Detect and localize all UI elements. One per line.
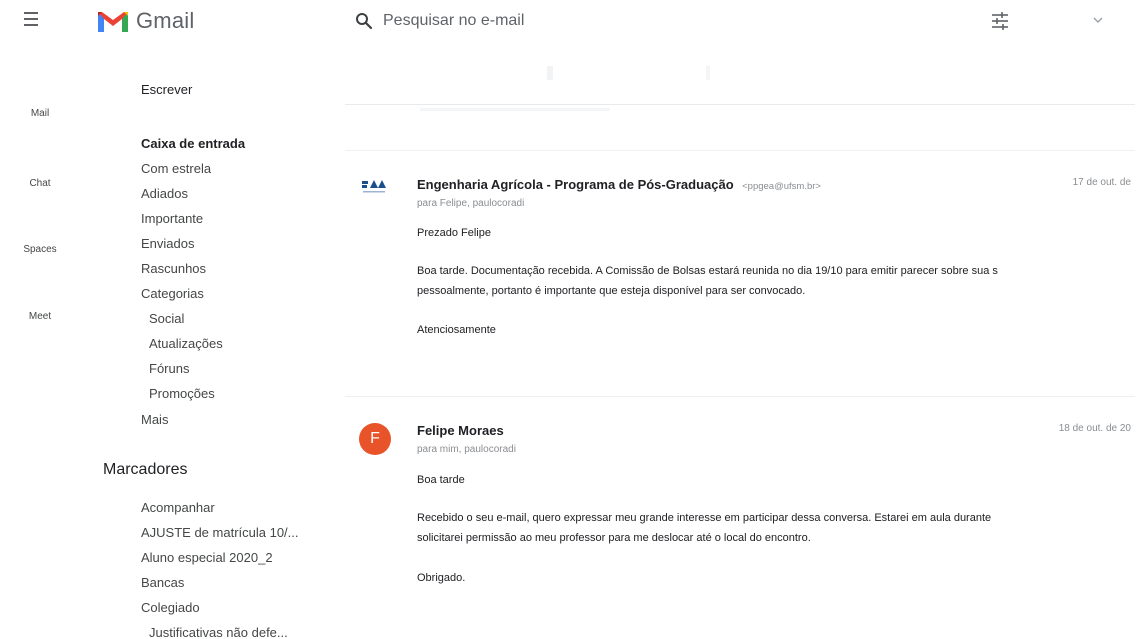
search-options-icon[interactable] [989, 10, 1011, 32]
subject-ghost [420, 108, 610, 111]
message-closing: Atenciosamente [417, 324, 496, 336]
nav-item-starred[interactable]: Com estrela [141, 161, 211, 176]
nav-item-forums[interactable]: Fóruns [149, 361, 189, 376]
sender-name[interactable]: Engenharia Agrícola - Programa de Pós-Gr… [417, 177, 734, 192]
search-bar [355, 8, 1130, 34]
ufsm-logo-icon [362, 180, 386, 193]
gmail-m-icon [98, 12, 128, 32]
nav-item-updates[interactable]: Atualizações [149, 336, 223, 351]
toolbar-ghost [706, 66, 710, 80]
label-item[interactable]: Aluno especial 2020_2 [141, 550, 273, 565]
message-divider [345, 396, 1135, 397]
nav-item-important[interactable]: Importante [141, 211, 203, 226]
chevron-down-icon[interactable] [1091, 14, 1105, 26]
compose-button[interactable]: Escrever [141, 82, 192, 97]
nav-item-more[interactable]: Mais [141, 412, 168, 427]
nav-item-social[interactable]: Social [149, 311, 184, 326]
label-item[interactable]: Colegiado [141, 600, 200, 615]
rail-item-mail[interactable]: Mail [0, 108, 80, 119]
label-item[interactable]: Acompanhar [141, 500, 215, 515]
divider [345, 150, 1135, 151]
message-body-line: Recebido o seu e-mail, quero expressar m… [417, 512, 992, 524]
label-item[interactable]: AJUSTE de matrícula 10/... [141, 525, 299, 540]
message-closing: Obrigado. [417, 572, 466, 584]
label-item[interactable]: Bancas [141, 575, 184, 590]
top-bar: Gmail [0, 0, 1143, 44]
app-name: Gmail [136, 8, 195, 33]
message-greeting: Boa tarde [417, 474, 465, 486]
message-greeting: Prezado Felipe [417, 227, 491, 239]
rail-item-chat[interactable]: Chat [0, 178, 80, 189]
nav-item-drafts[interactable]: Rascunhos [141, 261, 206, 276]
divider [345, 104, 1135, 105]
sender-email: <ppgea@ufsm.br> [742, 181, 821, 192]
recipients[interactable]: para Felipe, paulocoradi [417, 198, 524, 209]
rail-item-spaces[interactable]: Spaces [0, 244, 80, 255]
label-item[interactable]: Justificativas não defe... [149, 625, 288, 639]
nav-item-promotions[interactable]: Promoções [149, 386, 215, 401]
recipients[interactable]: para mim, paulocoradi [417, 444, 516, 455]
nav-item-snoozed[interactable]: Adiados [141, 186, 188, 201]
nav-item-sent[interactable]: Enviados [141, 236, 194, 251]
message-body-line: pessoalmente, portanto é importante que … [417, 285, 806, 297]
message-date: 18 de out. de 20 [1058, 423, 1131, 434]
message-item[interactable]: F Felipe Moraes 18 de out. de 20 para mi… [345, 398, 1143, 598]
nav-item-categories[interactable]: Categorias [141, 286, 204, 301]
sender-line: Engenharia Agrícola - Programa de Pós-Gr… [417, 176, 821, 194]
toolbar-ghost [547, 66, 553, 80]
message-body-line: Boa tarde. Documentação recebida. A Comi… [417, 265, 998, 277]
gmail-logo[interactable]: Gmail [96, 8, 194, 34]
main-menu-icon[interactable] [24, 12, 44, 30]
message-body-line: solicitarei permissão ao meu professor p… [417, 532, 811, 544]
labels-heading: Marcadores [103, 461, 188, 478]
search-input[interactable] [383, 12, 923, 30]
rail-item-meet[interactable]: Meet [0, 311, 80, 322]
message-item[interactable]: Engenharia Agrícola - Programa de Pós-Gr… [345, 152, 1143, 382]
sender-name[interactable]: Felipe Moraes [417, 423, 504, 438]
avatar: F [359, 423, 391, 455]
search-icon[interactable] [355, 12, 373, 30]
message-date: 17 de out. de [1072, 177, 1131, 188]
nav-item-inbox[interactable]: Caixa de entrada [141, 136, 245, 151]
sender-line: Felipe Moraes [417, 422, 504, 440]
